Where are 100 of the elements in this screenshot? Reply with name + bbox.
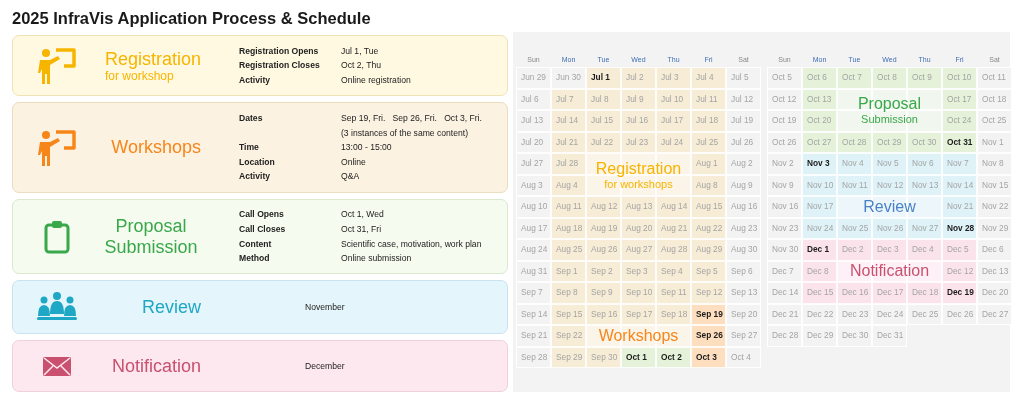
calendar-day: Nov 2 <box>767 153 802 175</box>
calendar-day: Oct 19 <box>767 110 802 132</box>
calendar-day: Dec 14 <box>767 282 802 304</box>
calendar-day: Dec 2 <box>837 239 872 261</box>
calendar-day: Aug 24 <box>516 239 551 261</box>
detail-label: Location <box>239 155 276 169</box>
detail-label: Time <box>239 141 260 155</box>
calendar-day: Sep 6 <box>726 260 761 282</box>
calendar-day: Nov 17 <box>802 196 837 218</box>
calendar-day: Dec 18 <box>907 282 942 304</box>
detail-label: Content <box>239 237 273 251</box>
calendar-day: Jun 29 <box>516 67 551 89</box>
calendar-day: Sep 10 <box>621 282 656 304</box>
calendar-day: Aug 8 <box>691 174 726 196</box>
calendar-day: Aug 17 <box>516 217 551 239</box>
calendar-day: Dec 4 <box>907 239 942 261</box>
calendar-day: Oct 1 <box>621 346 656 368</box>
calendar-day: Sep 2 <box>586 260 621 282</box>
calendar-day: Aug 4 <box>551 174 586 196</box>
calendar-day: Sep 17 <box>621 303 656 325</box>
calendar-day: Jul 24 <box>656 131 691 153</box>
calendar-day: Dec 26 <box>942 303 977 325</box>
calendar-day: Sep 3 <box>621 260 656 282</box>
detail-label: Activity <box>239 73 272 87</box>
calendar-day: Dec 1 <box>802 239 837 261</box>
envelope-icon <box>43 356 71 376</box>
calendar-day: Aug 10 <box>516 196 551 218</box>
calendar-day: Sep 30 <box>586 346 621 368</box>
card-title: Workshops <box>111 137 201 158</box>
calendar-day: Oct 11 <box>977 67 1012 89</box>
calendar-day: Aug 2 <box>726 153 761 175</box>
calendar-day: Nov 4 <box>837 153 872 175</box>
calendar-day: Oct 9 <box>907 67 942 89</box>
calendar-day: Dec 3 <box>872 239 907 261</box>
calendar-day: Oct 8 <box>872 67 907 89</box>
calendar-day: Aug 9 <box>726 174 761 196</box>
calendar-day: Dec 20 <box>977 282 1012 304</box>
calendar-day: Sep 7 <box>516 282 551 304</box>
detail-label: Method <box>239 252 271 266</box>
detail-value: Online <box>341 155 367 169</box>
calendar-day: Jul 12 <box>726 88 761 110</box>
calendar-day: Jul 1 <box>586 67 621 89</box>
calendar-day: Jul 18 <box>691 110 726 132</box>
calendar-day: Nov 11 <box>837 174 872 196</box>
phase-subtitle: for workshops <box>604 177 673 190</box>
card-title: Notification <box>111 355 201 377</box>
calendar-day: Dec 5 <box>942 239 977 261</box>
detail-value: Oct 1, Wed <box>341 208 385 222</box>
phase-title: Registration <box>595 159 682 178</box>
calendar-day: Sep 29 <box>551 346 586 368</box>
calendar-day: Jul 3 <box>656 67 691 89</box>
detail-value: Oct 31, Fri <box>341 222 383 236</box>
phase-subtitle: Submission <box>861 113 918 125</box>
calendar-day: Sep 14 <box>516 303 551 325</box>
phase-title: Notification <box>849 262 930 281</box>
calendar-day: Sep 19 <box>691 303 726 325</box>
card-title: Proposal Submission <box>103 215 199 258</box>
calendar-day: Dec 19 <box>942 282 977 304</box>
calendar-day: Sep 13 <box>726 282 761 304</box>
calendar-day: Dec 25 <box>907 303 942 325</box>
calendar-day: Aug 28 <box>656 239 691 261</box>
calendar-day: Nov 27 <box>907 217 942 239</box>
calendar-day: Dec 17 <box>872 282 907 304</box>
calendar-day: Nov 25 <box>837 217 872 239</box>
calendar-day: Jul 7 <box>551 88 586 110</box>
calendar-day: Dec 21 <box>767 303 802 325</box>
calendar-day: Nov 24 <box>802 217 837 239</box>
calendar-day: Oct 10 <box>942 67 977 89</box>
calendar-day: Jul 13 <box>516 110 551 132</box>
calendar-day: Aug 18 <box>551 217 586 239</box>
calendar-day: Nov 10 <box>802 174 837 196</box>
calendar-day: Sep 12 <box>691 282 726 304</box>
calendar-day: Jul 15 <box>586 110 621 132</box>
calendar-day: Sep 11 <box>656 282 691 304</box>
calendar-day: Aug 19 <box>586 217 621 239</box>
calendar-day: Nov 1 <box>977 131 1012 153</box>
calendar-day: Sep 16 <box>586 303 621 325</box>
calendar-day: Nov 6 <box>907 153 942 175</box>
calendar-day: Sep 9 <box>586 282 621 304</box>
detail-value: Jul 1, Tue <box>341 44 380 58</box>
calendar-day: Jul 23 <box>621 131 656 153</box>
calendar-day: Aug 23 <box>726 217 761 239</box>
calendar-day: Nov 15 <box>977 174 1012 196</box>
calendar-day: Aug 27 <box>621 239 656 261</box>
calendar-day: Jul 21 <box>551 131 586 153</box>
calendar-day: Aug 29 <box>691 239 726 261</box>
calendar-day: Dec 30 <box>837 325 872 347</box>
detail-value: Oct 2, Thu <box>341 59 382 73</box>
calendar-day: Dec 16 <box>837 282 872 304</box>
page-title: 2025 InfraVis Application Process & Schedule <box>12 9 372 28</box>
calendar-day: Nov 5 <box>872 153 907 175</box>
detail-label: Call Closes <box>239 222 287 236</box>
calendar-day: Nov 22 <box>977 196 1012 218</box>
calendar-day: Oct 7 <box>837 67 872 89</box>
calendar-day: Nov 8 <box>977 153 1012 175</box>
people-group-icon <box>36 292 78 322</box>
calendar-day: Nov 3 <box>802 153 837 175</box>
calendar-day: Aug 11 <box>551 196 586 218</box>
calendar-day: Jul 4 <box>691 67 726 89</box>
calendar-day: Dec 13 <box>977 260 1012 282</box>
